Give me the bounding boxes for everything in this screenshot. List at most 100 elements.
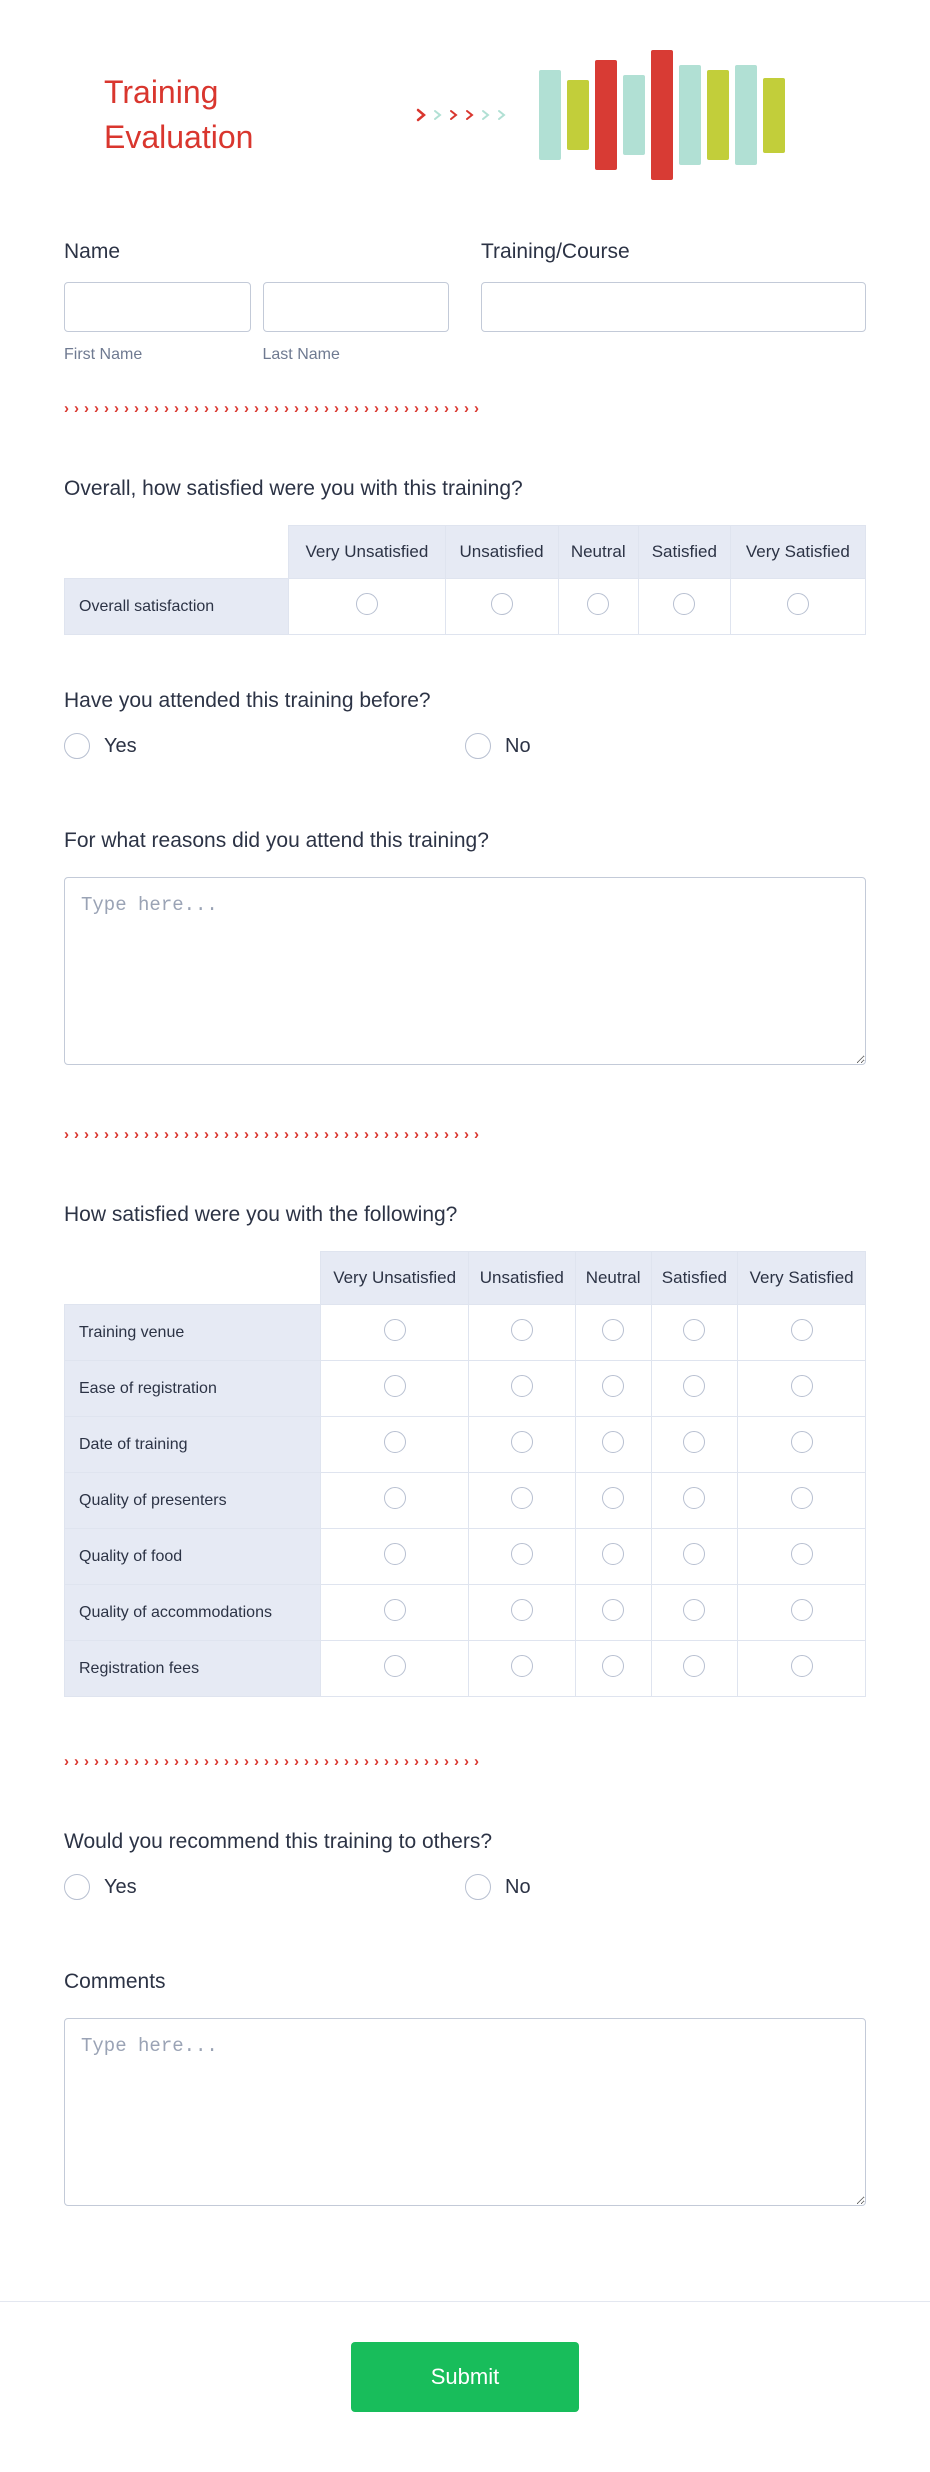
chevron-right-icon: › [384,400,389,417]
matrix-radio[interactable] [683,1655,705,1677]
chevron-right-icon: › [364,400,369,417]
comments-textarea[interactable] [64,2018,866,2206]
chevron-right-icon: › [154,400,159,417]
chevron-right-icon: › [64,1753,69,1770]
name-label: Name [64,240,449,264]
before-yes-option[interactable]: Yes [64,733,465,759]
table-row: Overall satisfaction [65,579,866,635]
matrix-radio[interactable] [384,1319,406,1341]
chevron-right-icon: › [294,1126,299,1143]
matrix-radio[interactable] [602,1599,624,1621]
reason-textarea[interactable] [64,877,866,1065]
q-recommend-label: Would you recommend this training to oth… [64,1830,866,1854]
chevron-right-icon: › [304,1126,309,1143]
matrix-radio[interactable] [791,1319,813,1341]
course-label: Training/Course [481,240,866,264]
matrix-radio[interactable] [791,1487,813,1509]
matrix-radio[interactable] [384,1599,406,1621]
chevron-right-icon: › [194,1753,199,1770]
chevron-right-icon: › [124,1126,129,1143]
chevron-right-icon: › [454,400,459,417]
matrix-radio[interactable] [511,1487,533,1509]
chevron-right-icon: › [114,1126,119,1143]
chevron-right-icon: › [424,400,429,417]
chevron-right-icon: › [414,400,419,417]
matrix-radio[interactable] [683,1319,705,1341]
chevron-right-icon: › [264,400,269,417]
chevron-right-icon: › [214,1753,219,1770]
chevron-right-icon: › [74,1126,79,1143]
matrix-radio[interactable] [602,1319,624,1341]
table-row: Ease of registration [65,1361,866,1417]
matrix-radio[interactable] [511,1375,533,1397]
submit-button[interactable]: Submit [351,2342,579,2412]
table-row: Quality of presenters [65,1473,866,1529]
matrix-radio[interactable] [511,1599,533,1621]
chevron-right-icon: › [84,400,89,417]
chevron-right-icon: › [234,400,239,417]
recommend-yes-label: Yes [104,1876,137,1899]
matrix-radio[interactable] [683,1487,705,1509]
matrix-radio[interactable] [791,1599,813,1621]
chevron-right-icon: › [404,1753,409,1770]
matrix-radio[interactable] [683,1375,705,1397]
chevron-right-icon: › [314,400,319,417]
matrix-col-header: Neutral [575,1252,651,1305]
matrix-radio[interactable] [602,1431,624,1453]
matrix-radio[interactable] [491,593,513,615]
matrix-col-header: Satisfied [638,526,730,579]
matrix-radio[interactable] [673,593,695,615]
matrix-radio[interactable] [791,1655,813,1677]
matrix-radio[interactable] [791,1431,813,1453]
recommend-yes-option[interactable]: Yes [64,1874,465,1900]
matrix-radio[interactable] [791,1543,813,1565]
chevron-right-icon: › [124,1753,129,1770]
chevron-right-icon: › [94,400,99,417]
matrix-col-header: Unsatisfied [468,1252,575,1305]
matrix-radio[interactable] [356,593,378,615]
chevron-right-icon: › [144,400,149,417]
radio-icon [64,1874,90,1900]
matrix-row-label: Quality of presenters [65,1473,321,1529]
chevron-right-icon: › [344,1753,349,1770]
matrix-radio[interactable] [683,1543,705,1565]
matrix-col-header: Unsatisfied [445,526,558,579]
matrix-radio[interactable] [602,1543,624,1565]
chevron-right-icon: › [104,400,109,417]
matrix-radio[interactable] [384,1431,406,1453]
before-no-option[interactable]: No [465,733,866,759]
chevron-right-icon: › [464,1126,469,1143]
matrix-radio[interactable] [511,1655,533,1677]
chevron-right-icon: › [84,1753,89,1770]
chevron-right-icon: › [344,400,349,417]
last-name-input[interactable] [263,282,450,332]
chevron-right-icon: › [264,1753,269,1770]
matrix-radio[interactable] [511,1319,533,1341]
matrix-radio[interactable] [511,1431,533,1453]
matrix-radio[interactable] [787,593,809,615]
chevron-right-icon: › [384,1753,389,1770]
chevron-right-icon: › [294,400,299,417]
matrix-radio[interactable] [384,1543,406,1565]
q-before-label: Have you attended this training before? [64,689,866,713]
recommend-no-option[interactable]: No [465,1874,866,1900]
matrix-radio[interactable] [602,1375,624,1397]
chevron-right-icon: › [244,1126,249,1143]
matrix-radio[interactable] [683,1431,705,1453]
matrix-radio[interactable] [384,1655,406,1677]
matrix-radio[interactable] [384,1375,406,1397]
first-name-input[interactable] [64,282,251,332]
chevron-right-icon: › [364,1126,369,1143]
matrix-radio[interactable] [683,1599,705,1621]
chevron-right-icon: › [144,1126,149,1143]
chevron-right-icon: › [444,1126,449,1143]
matrix-radio[interactable] [587,593,609,615]
matrix-radio[interactable] [384,1487,406,1509]
table-row: Date of training [65,1417,866,1473]
matrix-radio[interactable] [602,1487,624,1509]
chevron-right-icon: › [414,1126,419,1143]
course-input[interactable] [481,282,866,332]
matrix-radio[interactable] [511,1543,533,1565]
matrix-radio[interactable] [791,1375,813,1397]
matrix-radio[interactable] [602,1655,624,1677]
